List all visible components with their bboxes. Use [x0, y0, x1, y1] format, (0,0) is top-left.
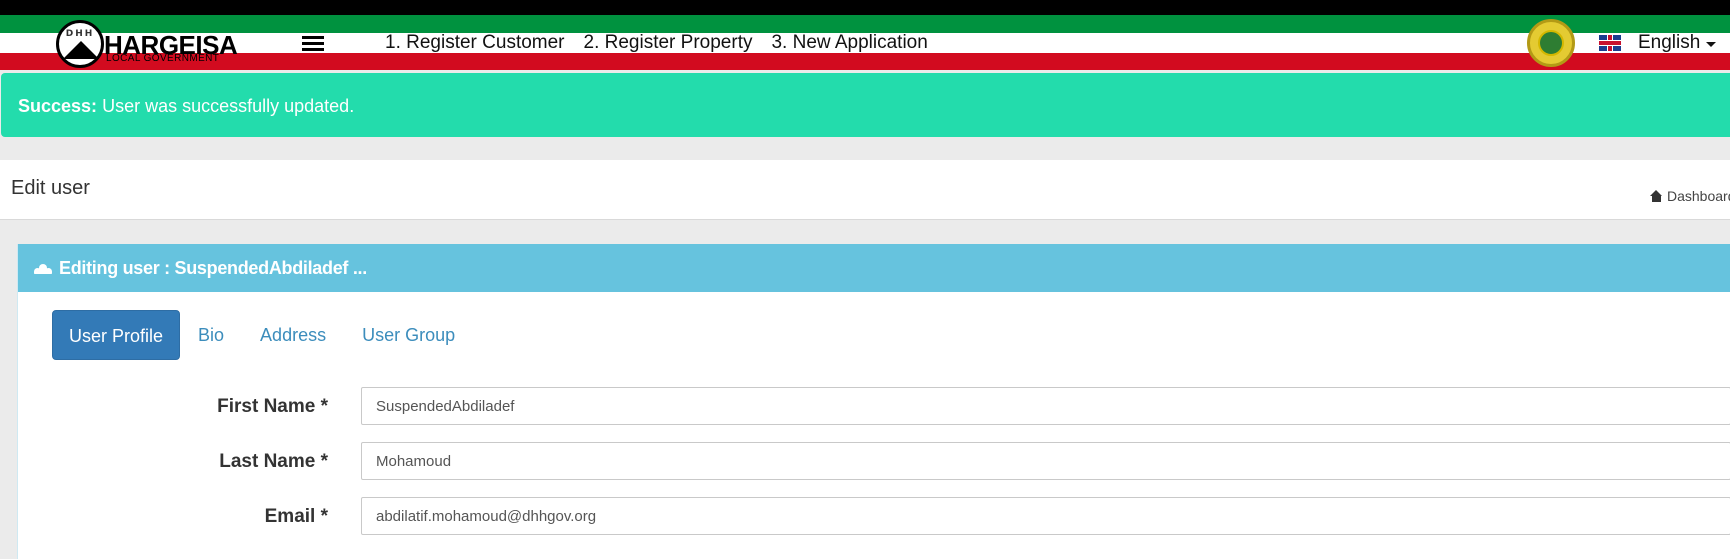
main-nav: 1. Register Customer 2. Register Propert… [385, 33, 928, 53]
logo-letters: DHH [65, 29, 95, 39]
caret-down-icon [1706, 41, 1717, 47]
alert-message: User was successfully updated. [102, 96, 355, 116]
last-name-row: Last Name * [18, 442, 1730, 480]
email-row: Email * [18, 497, 1730, 535]
alert-label: Success: [18, 96, 98, 116]
tab-user-profile[interactable]: User Profile [52, 310, 181, 360]
last-name-label: Last Name * [219, 451, 328, 472]
first-name-label: First Name * [217, 396, 328, 417]
language-label: English [1638, 32, 1701, 53]
nav-new-application[interactable]: 3. New Application [771, 33, 927, 53]
top-navbar: DHH HARGEISA LOCAL GOVERNMENT 1. Registe… [0, 0, 1730, 70]
box-title: Editing user : SuspendedAbdiladef ... [59, 257, 367, 278]
page-title: Edit user [11, 177, 90, 199]
first-name-row: First Name * [18, 387, 1730, 425]
nav-register-property[interactable]: 2. Register Property [584, 33, 753, 53]
language-dropdown[interactable]: English [1638, 32, 1717, 54]
profile-tabs: User Profile Bio Address User Group [52, 310, 473, 360]
email-label: Email * [264, 506, 328, 527]
first-name-input[interactable] [361, 387, 1730, 425]
municipality-logo-icon[interactable]: DHH [56, 20, 104, 68]
menu-toggle-icon[interactable] [302, 36, 324, 52]
users-icon [34, 262, 52, 274]
last-name-input[interactable] [361, 442, 1730, 480]
tab-address[interactable]: Address [242, 310, 344, 360]
success-alert: Success: User was successfully updated. [1, 73, 1730, 137]
breadcrumb-dashboard[interactable]: Dashboard [1667, 188, 1730, 204]
box-header: Editing user : SuspendedAbdiladef ... [18, 244, 1730, 292]
flag-stripe-black [0, 0, 1730, 15]
breadcrumb[interactable]: Dashboard [1650, 188, 1730, 204]
nav-register-customer[interactable]: 1. Register Customer [385, 33, 565, 53]
tab-user-group[interactable]: User Group [344, 310, 473, 360]
uk-flag-icon[interactable] [1599, 35, 1621, 51]
email-input[interactable] [361, 497, 1730, 535]
brand-subtitle: LOCAL GOVERNMENT [106, 53, 220, 64]
flag-stripe-red [0, 53, 1730, 70]
page-header: Edit user Dashboard [0, 160, 1730, 220]
emblem-icon [1527, 19, 1575, 67]
home-icon [1650, 190, 1663, 202]
edit-user-box: Editing user : SuspendedAbdiladef ... Us… [17, 244, 1730, 559]
tab-bio[interactable]: Bio [180, 310, 242, 360]
flag-stripe-green [0, 15, 1730, 33]
